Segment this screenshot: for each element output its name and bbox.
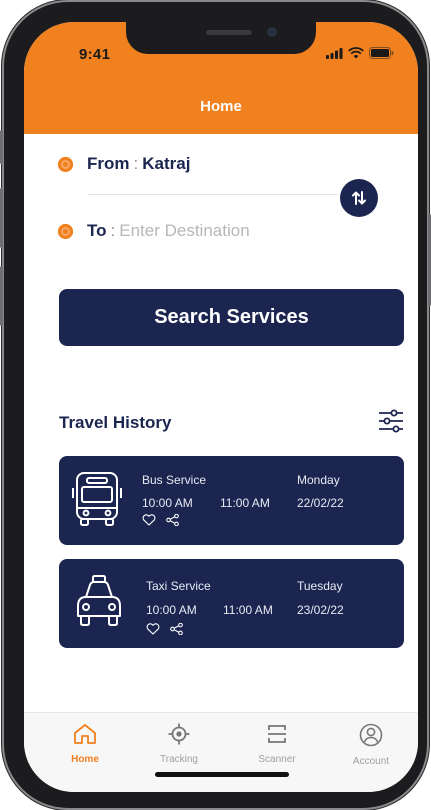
account-icon [359,723,383,747]
from-separator: : [133,154,139,173]
bottom-navigation: Home Tracking Scanner Account [24,712,418,792]
from-field[interactable]: From : Katraj [58,154,190,174]
speaker [206,30,252,35]
card-actions [142,514,179,526]
app-screen: 9:41 Home From: Katraj To: Enter Desti… [24,22,418,792]
bus-icon [72,472,122,526]
nav-label: Account [352,756,390,767]
app-header: 9:41 Home [24,22,418,134]
volume-up-button [0,188,3,248]
filter-icon[interactable] [378,408,404,434]
share-icon[interactable] [170,623,183,635]
status-icons [326,47,394,59]
travel-history-title: Travel History [59,413,172,432]
search-services-button[interactable]: Search Services [59,289,404,346]
wifi-icon [348,47,364,59]
nav-item-tracking[interactable]: Tracking [144,723,214,765]
page-title: Home [200,98,242,115]
from-value: Katraj [142,154,191,173]
nav-item-scanner[interactable]: Scanner [242,723,312,765]
taxi-icon [77,575,121,626]
nav-item-account[interactable]: Account [336,723,406,767]
heart-icon[interactable] [142,514,156,526]
nav-label: Tracking [160,754,198,765]
nav-label: Scanner [258,754,296,765]
phone-frame: 9:41 Home From: Katraj To: Enter Desti… [0,2,431,808]
service-name: Taxi Service [146,579,211,593]
volume-down-button [0,266,3,326]
destination-dot-icon [58,223,73,239]
service-name: Bus Service [142,473,207,487]
notch [126,22,316,54]
destination-input[interactable]: Enter Destination [119,221,249,241]
to-separator: : [110,221,116,240]
nav-label: Home [71,754,99,765]
home-indicator[interactable] [155,772,289,777]
card-actions [146,623,183,635]
swap-route-button[interactable] [340,179,378,217]
departure-time: 10:00 AM [146,603,197,617]
share-icon[interactable] [166,514,179,526]
travel-date: 23/02/22 [297,603,344,617]
history-card-taxi[interactable]: Taxi Service Tuesday 10:00 AM 11:00 AM 2… [59,559,404,648]
to-label: To [87,221,107,240]
heart-icon[interactable] [146,623,160,635]
arrival-time: 11:00 AM [223,603,273,617]
signal-icon [326,47,343,59]
home-icon [74,724,96,744]
swap-arrows-icon [352,191,366,205]
tracking-icon [168,723,190,745]
battery-icon [369,47,394,59]
travel-day: Tuesday [297,579,343,593]
front-camera [267,27,277,37]
from-label: From [87,154,130,173]
arrival-time: 11:00 AM [220,496,270,510]
departure-time: 10:00 AM [142,496,193,510]
travel-date: 22/02/22 [297,496,344,510]
route-divider [88,194,338,195]
mute-switch [0,130,3,164]
travel-day: Monday [297,473,340,487]
history-card-bus[interactable]: Bus Service Monday 10:00 AM 11:00 AM 22/… [59,456,404,545]
status-time: 9:41 [79,46,111,63]
origin-dot-icon [58,156,73,172]
nav-item-home[interactable]: Home [50,723,120,765]
to-field[interactable]: To : Enter Destination [58,221,250,241]
scanner-icon [268,725,286,743]
